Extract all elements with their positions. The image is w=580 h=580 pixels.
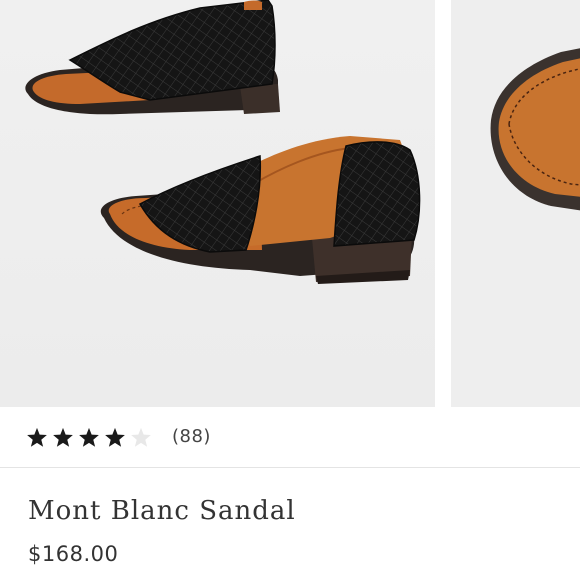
sandal-pair-photo: [0, 0, 435, 407]
review-count-link[interactable]: (88): [172, 426, 211, 447]
star-filled-icon: [26, 425, 52, 449]
product-image-gallery[interactable]: [0, 0, 580, 407]
star-empty-icon: [130, 425, 156, 449]
product-price: $168.00: [28, 542, 119, 566]
product-image-main[interactable]: [0, 0, 435, 407]
star-filled-icon: [78, 425, 104, 449]
divider: [0, 467, 580, 468]
star-filled-icon: [104, 425, 130, 449]
product-title: Mont Blanc Sandal: [28, 496, 296, 526]
product-page: (88) Mont Blanc Sandal $168.00: [0, 0, 580, 580]
sandal-closeup-photo: [451, 0, 580, 407]
star-filled-icon: [52, 425, 78, 449]
star-rating: [26, 425, 156, 449]
product-image-next[interactable]: [451, 0, 580, 407]
rating-row[interactable]: (88): [0, 407, 580, 467]
